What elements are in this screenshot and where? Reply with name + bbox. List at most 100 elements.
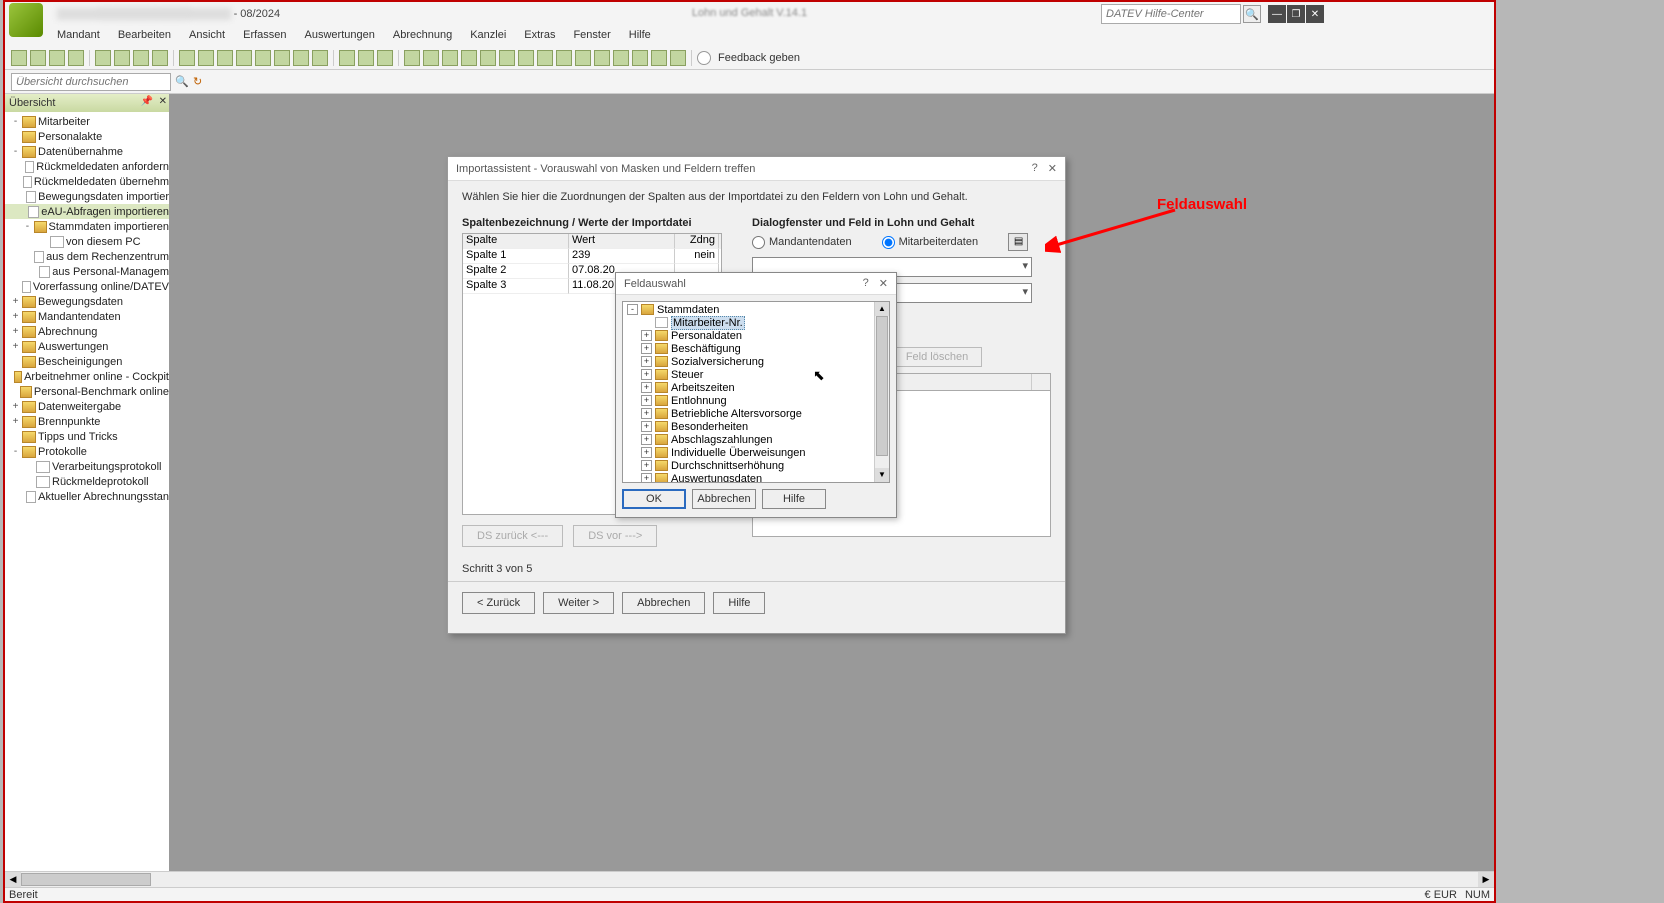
field-tree-item[interactable]: Mitarbeiter-Nr. (623, 316, 889, 329)
nav-item[interactable]: +Datenweitergabe (5, 399, 169, 414)
toolbar-icon[interactable] (198, 50, 214, 66)
scroll-down-icon[interactable]: ▼ (875, 468, 889, 482)
menu-auswertungen[interactable]: Auswertungen (297, 29, 383, 41)
menu-ansicht[interactable]: Ansicht (181, 29, 233, 41)
nav-tree[interactable]: -MitarbeiterPersonalakte-DatenübernahmeR… (5, 112, 169, 871)
nav-item[interactable]: +Bewegungsdaten (5, 294, 169, 309)
field-tree-item[interactable]: +Abschlagszahlungen (623, 433, 889, 446)
field-select-button[interactable]: ▤ (1008, 233, 1028, 251)
toolbar-icon[interactable] (499, 50, 515, 66)
hscroll-thumb[interactable] (21, 873, 151, 886)
toolbar-icon[interactable] (613, 50, 629, 66)
wizard-close-icon[interactable]: ✕ (1048, 162, 1057, 175)
nav-item[interactable]: von diesem PC (5, 234, 169, 249)
menu-abrechnung[interactable]: Abrechnung (385, 29, 460, 41)
toolbar-icon[interactable] (461, 50, 477, 66)
toolbar-icon[interactable] (312, 50, 328, 66)
radio-mandantendaten[interactable]: Mandantendaten (752, 236, 852, 249)
toolbar-icon[interactable] (518, 50, 534, 66)
feedback-link[interactable]: Feedback geben (718, 52, 800, 64)
ok-button[interactable]: OK (622, 489, 686, 509)
help-search-input[interactable] (1101, 4, 1241, 24)
toolbar-icon[interactable] (339, 50, 355, 66)
toolbar-icon[interactable] (556, 50, 572, 66)
help-search-button[interactable]: 🔍 (1243, 5, 1261, 23)
scroll-right-icon[interactable]: ▶ (1478, 872, 1494, 887)
field-tree[interactable]: -StammdatenMitarbeiter-Nr.+Personaldaten… (623, 302, 889, 483)
toolbar-icon[interactable] (152, 50, 168, 66)
feedback-icon[interactable] (697, 51, 711, 65)
field-tree-item[interactable]: +Beschäftigung (623, 342, 889, 355)
nav-item[interactable]: Rückmeldedaten übernehm (5, 174, 169, 189)
nav-item[interactable]: Personal-Benchmark online (5, 384, 169, 399)
nav-item[interactable]: -Protokolle (5, 444, 169, 459)
wizard-help-icon[interactable]: ? (1032, 162, 1038, 175)
radio-mitarbeiterdaten[interactable]: Mitarbeiterdaten (882, 236, 979, 249)
toolbar-icon[interactable] (114, 50, 130, 66)
col-header[interactable]: Spalte (463, 234, 569, 249)
menu-bearbeiten[interactable]: Bearbeiten (110, 29, 179, 41)
delete-field-button[interactable]: Feld löschen (892, 347, 982, 367)
menu-extras[interactable]: Extras (516, 29, 563, 41)
minimize-button[interactable]: — (1268, 5, 1286, 23)
toolbar-icon[interactable] (95, 50, 111, 66)
menu-mandant[interactable]: Mandant (49, 29, 108, 41)
wizard-next-button[interactable]: Weiter > (543, 592, 614, 614)
toolbar-icon[interactable] (358, 50, 374, 66)
menu-kanzlei[interactable]: Kanzlei (462, 29, 514, 41)
toolbar-icon[interactable] (632, 50, 648, 66)
hscrollbar[interactable]: ◀ ▶ (5, 871, 1494, 887)
col-header[interactable]: Wert (569, 234, 675, 249)
nav-item[interactable]: Rückmeldeprotokoll (5, 474, 169, 489)
toolbar-icon[interactable] (670, 50, 686, 66)
toolbar-icon[interactable] (537, 50, 553, 66)
nav-item[interactable]: Vorerfassung online/DATEV (5, 279, 169, 294)
cancel-button[interactable]: Abbrechen (692, 489, 756, 509)
nav-item[interactable]: Verarbeitungsprotokoll (5, 459, 169, 474)
overview-search-input[interactable] (11, 73, 171, 91)
nav-item[interactable]: +Brennpunkte (5, 414, 169, 429)
refresh-icon[interactable]: ↻ (193, 75, 207, 89)
scroll-thumb[interactable] (876, 316, 888, 456)
toolbar-icon[interactable] (49, 50, 65, 66)
toolbar-icon[interactable] (594, 50, 610, 66)
menu-fenster[interactable]: Fenster (565, 29, 618, 41)
toolbar-icon[interactable] (30, 50, 46, 66)
nav-item[interactable]: Tipps und Tricks (5, 429, 169, 444)
wizard-back-button[interactable]: < Zurück (462, 592, 535, 614)
toolbar-icon[interactable] (274, 50, 290, 66)
toolbar-icon[interactable] (179, 50, 195, 66)
nav-item[interactable]: -Stammdaten importieren (5, 219, 169, 234)
toolbar-icon[interactable] (133, 50, 149, 66)
toolbar-icon[interactable] (11, 50, 27, 66)
field-tree-item[interactable]: +Personaldaten (623, 329, 889, 342)
field-tree-item[interactable]: +Besonderheiten (623, 420, 889, 433)
field-tree-item[interactable]: -Stammdaten (623, 303, 889, 316)
toolbar-icon[interactable] (480, 50, 496, 66)
search-icon[interactable]: 🔍 (175, 75, 189, 89)
nav-item[interactable]: Bescheinigungen (5, 354, 169, 369)
wizard-cancel-button[interactable]: Abbrechen (622, 592, 705, 614)
nav-item[interactable]: Aktueller Abrechnungsstan (5, 489, 169, 504)
toolbar-icon[interactable] (293, 50, 309, 66)
nav-item[interactable]: aus Personal-Managem (5, 264, 169, 279)
field-tree-item[interactable]: +Betriebliche Altersvorsorge (623, 407, 889, 420)
nav-item[interactable]: +Auswertungen (5, 339, 169, 354)
field-tree-item[interactable]: +Individuelle Überweisungen (623, 446, 889, 459)
wizard-help-button[interactable]: Hilfe (713, 592, 765, 614)
nav-item[interactable]: Personalakte (5, 129, 169, 144)
nav-item[interactable]: +Abrechnung (5, 324, 169, 339)
field-tree-item[interactable]: +Steuer (623, 368, 889, 381)
nav-item[interactable]: aus dem Rechenzentrum (5, 249, 169, 264)
toolbar-icon[interactable] (236, 50, 252, 66)
close-button[interactable]: ✕ (1306, 5, 1324, 23)
dlg2-close-icon[interactable]: ✕ (879, 277, 888, 290)
field-tree-item[interactable]: +Entlohnung (623, 394, 889, 407)
maximize-button[interactable]: ❐ (1287, 5, 1305, 23)
toolbar-icon[interactable] (255, 50, 271, 66)
toolbar-icon[interactable] (423, 50, 439, 66)
nav-item[interactable]: +Mandantendaten (5, 309, 169, 324)
field-tree-item[interactable]: +Arbeitszeiten (623, 381, 889, 394)
nav-item[interactable]: Bewegungsdaten importier (5, 189, 169, 204)
toolbar-icon[interactable] (217, 50, 233, 66)
